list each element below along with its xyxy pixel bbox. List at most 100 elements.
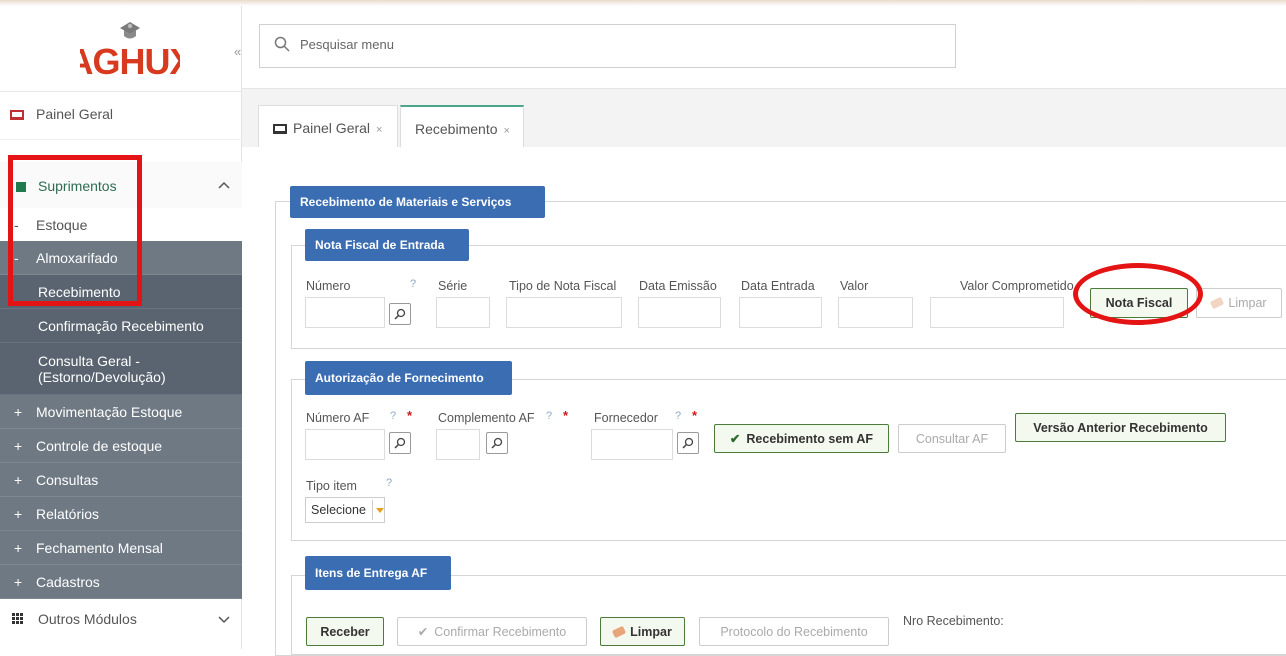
required-marker: * (563, 408, 569, 423)
help-icon[interactable]: ? (390, 410, 396, 422)
valor-input[interactable] (838, 297, 913, 328)
af-fieldset (291, 379, 1286, 541)
expand-marker: + (14, 403, 23, 420)
numero-label: Número (306, 279, 351, 293)
versao-anterior-button[interactable]: Versão Anterior Recebimento (1015, 413, 1226, 442)
search-icon (394, 437, 406, 449)
sidebar-item-label: Painel Geral (36, 106, 114, 122)
limpar-itens-button[interactable]: Limpar (600, 617, 685, 646)
lookup-complemento-button[interactable] (486, 432, 508, 454)
required-marker: * (692, 408, 698, 423)
sidebar-item-outros-modulos[interactable]: Outros Módulos (0, 603, 242, 637)
svg-text:AGHUX: AGHUX (80, 41, 180, 82)
sidebar-item-consultas[interactable]: + Consultas (0, 463, 242, 497)
sidebar-item-label: Consulta Geral - (38, 352, 140, 369)
complemento-af-label: Complemento AF (438, 411, 535, 425)
fornecedor-input[interactable] (591, 429, 673, 460)
highlight-box (8, 155, 142, 306)
monitor-icon (273, 124, 287, 134)
tipo-item-select[interactable]: Selecione (305, 497, 385, 523)
sidebar: AGHUX « Painel Geral Suprimentos -Estoqu… (0, 6, 242, 649)
check-icon: ✔ (729, 432, 741, 446)
button-label: Confirmar Recebimento (434, 624, 567, 639)
check-icon: ✔ (417, 625, 429, 639)
nota-fiscal-legend: Nota Fiscal de Entrada (305, 229, 469, 261)
sidebar-item-label: Relatórios (36, 505, 100, 522)
app-logo[interactable]: AGHUX « (0, 6, 242, 92)
tab-bar: Painel Geral × Recebimento × (242, 89, 1286, 147)
numero-nf-input[interactable] (305, 297, 385, 328)
lookup-nf-button[interactable] (389, 303, 411, 325)
expand-marker: + (14, 471, 23, 488)
dropdown-arrow-icon (376, 508, 384, 513)
select-value: Selecione (311, 503, 366, 517)
select-divider (372, 500, 373, 520)
numero-af-label: Número AF (306, 411, 370, 425)
data-entrada-label: Data Entrada (741, 279, 815, 293)
eraser-icon (612, 625, 627, 638)
aghux-logo: AGHUX (80, 22, 180, 82)
protocolo-button[interactable]: Protocolo do Recebimento (699, 617, 889, 646)
nro-recebimento-label: Nro Recebimento: (903, 614, 1004, 628)
sidebar-item-controle[interactable]: + Controle de estoque (0, 429, 242, 463)
tipo-item-label: Tipo item (306, 479, 357, 493)
search-input[interactable]: Pesquisar menu (259, 24, 956, 68)
numero-af-input[interactable] (305, 429, 385, 460)
lookup-af-button[interactable] (389, 432, 411, 454)
lookup-fornecedor-button[interactable] (677, 432, 699, 454)
tipo-nf-input[interactable] (506, 297, 622, 328)
expand-marker: + (14, 573, 23, 590)
expand-marker: + (14, 505, 23, 522)
tab-label: Painel Geral (293, 120, 371, 136)
consultar-af-button[interactable]: Consultar AF (898, 424, 1006, 453)
sidebar-item-relatorios[interactable]: + Relatórios (0, 497, 242, 531)
button-label: Recebimento sem AF (746, 431, 874, 446)
serie-input[interactable] (436, 297, 490, 328)
receber-button[interactable]: Receber (306, 617, 384, 646)
help-icon[interactable]: ? (546, 410, 552, 422)
close-tab-icon[interactable]: × (376, 124, 382, 136)
serie-label: Série (438, 279, 468, 293)
search-icon (394, 308, 406, 320)
data-entrada-input[interactable] (739, 297, 822, 328)
search-icon (682, 437, 694, 449)
limpar-nf-button[interactable]: Limpar (1196, 288, 1282, 318)
valor-comprometido-input[interactable] (930, 297, 1064, 328)
sidebar-item-painel-geral[interactable]: Painel Geral (0, 92, 242, 140)
complemento-af-input[interactable] (436, 429, 480, 460)
button-label: Limpar (1228, 296, 1267, 310)
button-label: Limpar (630, 624, 672, 639)
confirmar-recebimento-button[interactable]: ✔ Confirmar Recebimento (397, 617, 587, 646)
sidebar-item-fechamento[interactable]: + Fechamento Mensal (0, 531, 242, 565)
sidebar-item-label: Cadastros (36, 573, 100, 590)
chevron-down-icon (218, 611, 230, 627)
help-icon[interactable]: ? (386, 477, 392, 489)
af-legend: Autorização de Fornecimento (305, 361, 512, 395)
sidebar-item-label: Consultas (36, 471, 99, 488)
highlight-oval (1073, 263, 1203, 325)
recebimento-sem-af-button[interactable]: ✔ Recebimento sem AF (714, 424, 889, 453)
data-emissao-input[interactable] (638, 297, 721, 328)
itens-legend: Itens de Entrega AF (305, 556, 451, 590)
sidebar-item-consulta-geral[interactable]: Consulta Geral - (Estorno/Devolução) (0, 343, 242, 395)
data-emissao-label: Data Emissão (639, 279, 717, 293)
close-tab-icon[interactable]: × (504, 125, 510, 137)
help-icon[interactable]: ? (675, 410, 681, 422)
sidebar-item-confirmacao[interactable]: Confirmação Recebimento (0, 309, 242, 343)
tab-recebimento[interactable]: Recebimento × (400, 105, 524, 147)
search-icon (491, 437, 503, 449)
valor-comprometido-label: Valor Comprometido (960, 279, 1074, 293)
fornecedor-label: Fornecedor (594, 411, 658, 425)
help-icon[interactable]: ? (410, 278, 416, 290)
tab-painel-geral[interactable]: Painel Geral × (258, 105, 398, 147)
sidebar-item-label: Confirmação Recebimento (38, 317, 204, 334)
search-icon (274, 36, 290, 55)
expand-marker: + (14, 437, 23, 454)
sidebar-item-label: (Estorno/Devolução) (38, 368, 166, 385)
collapse-sidebar-icon[interactable]: « (234, 44, 241, 59)
sidebar-item-label: Movimentação Estoque (36, 403, 183, 420)
sidebar-item-movimentacao[interactable]: + Movimentação Estoque (0, 395, 242, 429)
sidebar-item-cadastros[interactable]: + Cadastros (0, 565, 242, 599)
tipo-nf-label: Tipo de Nota Fiscal (509, 279, 617, 293)
required-marker: * (407, 408, 413, 423)
